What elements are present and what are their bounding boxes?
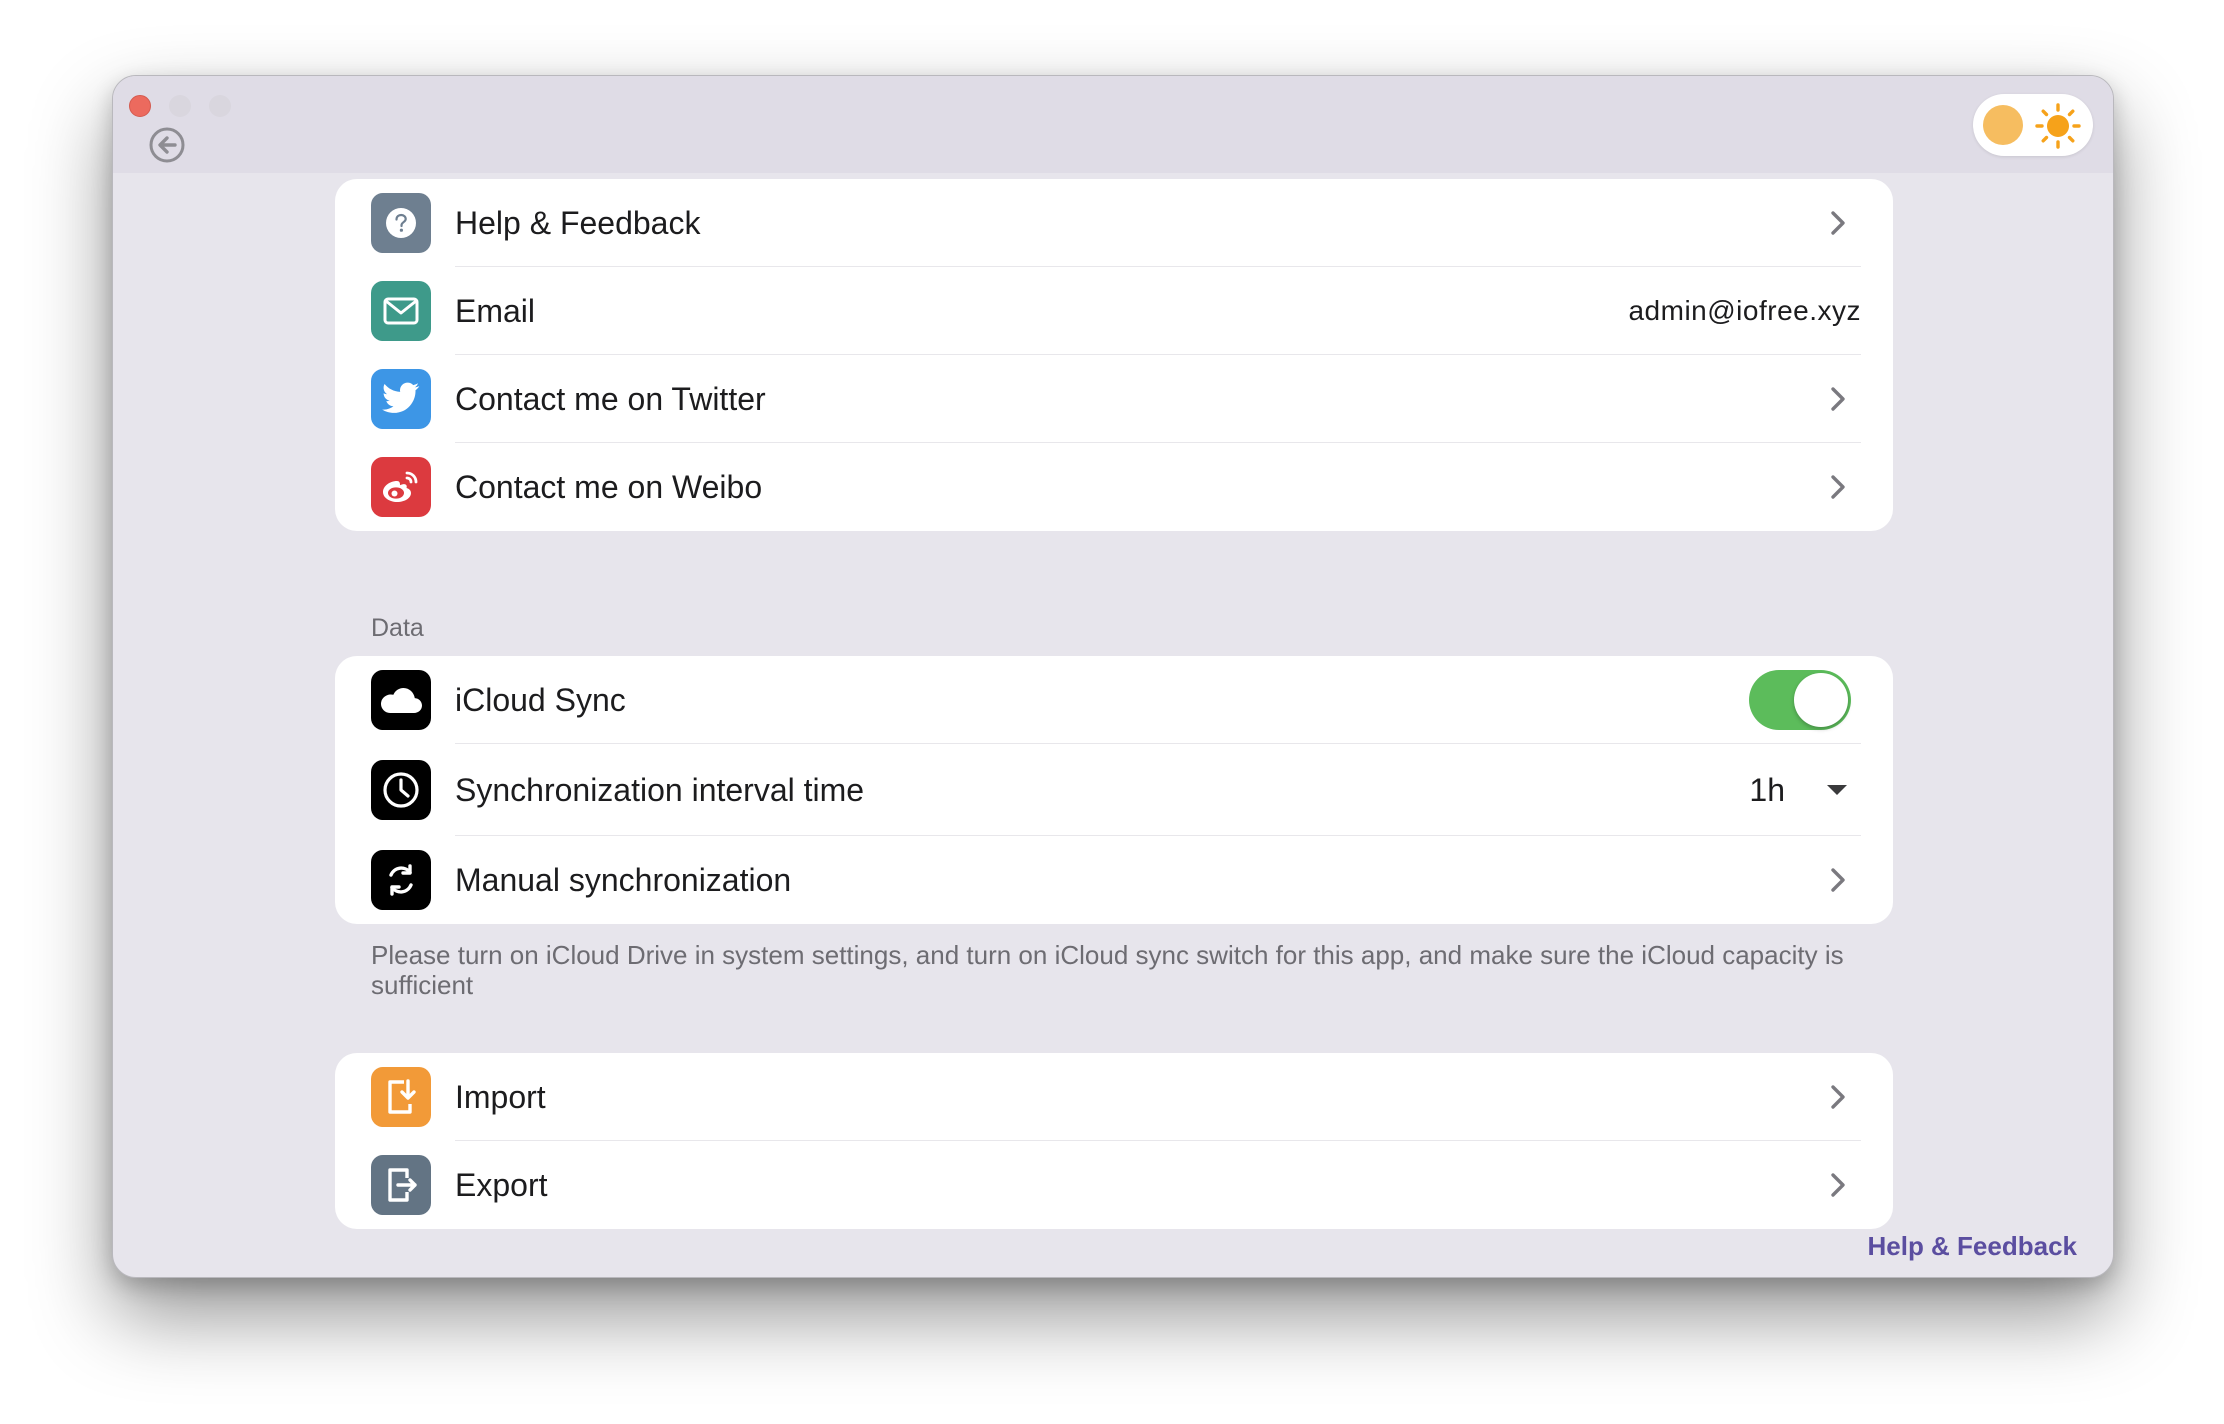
help-feedback-row[interactable]: Help & Feedback: [335, 179, 1893, 267]
weibo-label: Contact me on Weibo: [455, 468, 763, 505]
weibo-row[interactable]: Contact me on Weibo: [335, 443, 1893, 531]
chevron-right-icon: [1831, 475, 1845, 499]
export-row[interactable]: Export: [335, 1141, 1893, 1229]
email-value[interactable]: admin@iofree.xyz: [1628, 295, 1861, 327]
weibo-icon: [371, 457, 431, 517]
window-zoom-button[interactable]: [209, 95, 231, 117]
manual-sync-label: Manual synchronization: [455, 861, 792, 898]
chevron-right-icon: [1831, 868, 1845, 892]
window-minimize-button[interactable]: [169, 95, 191, 117]
chevron-right-icon: [1831, 211, 1845, 235]
twitter-label: Contact me on Twitter: [455, 380, 766, 417]
twitter-bird-icon: [371, 369, 431, 429]
title-bar: [113, 76, 2113, 173]
sync-interval-value[interactable]: 1h: [1749, 772, 1785, 809]
toggle-knob: [1794, 673, 1848, 727]
theme-toggle-knob: [1983, 105, 2023, 145]
twitter-row[interactable]: Contact me on Twitter: [335, 355, 1893, 443]
transfer-card: Import Export: [335, 1053, 1893, 1229]
app-window: Help & Feedback Email admin@iofree.xyz C…: [112, 75, 2114, 1278]
clock-icon: [371, 760, 431, 820]
sync-arrows-icon: [371, 850, 431, 910]
icloud-sync-toggle[interactable]: [1749, 670, 1851, 730]
export-icon: [371, 1155, 431, 1215]
chevron-right-icon: [1831, 387, 1845, 411]
import-label: Import: [455, 1078, 546, 1115]
help-feedback-link[interactable]: Help & Feedback: [1867, 1231, 2077, 1262]
window-close-button[interactable]: [129, 95, 151, 117]
chevron-right-icon: [1831, 1173, 1845, 1197]
import-row[interactable]: Import: [335, 1053, 1893, 1141]
manual-sync-row[interactable]: Manual synchronization: [335, 836, 1893, 924]
dropdown-arrow-icon[interactable]: [1825, 783, 1849, 797]
icloud-sync-row: iCloud Sync: [335, 656, 1893, 744]
icloud-footnote: Please turn on iCloud Drive in system se…: [371, 940, 1844, 1000]
cloud-icon: [371, 670, 431, 730]
icloud-sync-label: iCloud Sync: [455, 681, 626, 718]
data-card: iCloud Sync Synchronization interval tim…: [335, 656, 1893, 924]
data-section-title: Data: [371, 614, 424, 642]
question-circle-icon: [371, 193, 431, 253]
chevron-right-icon: [1831, 1085, 1845, 1109]
sun-icon: [2035, 103, 2081, 149]
sync-interval-row[interactable]: Synchronization interval time 1h: [335, 744, 1893, 836]
import-icon: [371, 1067, 431, 1127]
export-label: Export: [455, 1166, 548, 1203]
sync-interval-label: Synchronization interval time: [455, 771, 865, 808]
help-feedback-label: Help & Feedback: [455, 204, 701, 241]
contact-card: Help & Feedback Email admin@iofree.xyz C…: [335, 179, 1893, 531]
theme-toggle[interactable]: [1973, 94, 2093, 156]
envelope-icon: [371, 281, 431, 341]
back-arrow-icon[interactable]: [148, 126, 186, 164]
email-row[interactable]: Email admin@iofree.xyz: [335, 267, 1893, 355]
email-label: Email: [455, 292, 536, 329]
